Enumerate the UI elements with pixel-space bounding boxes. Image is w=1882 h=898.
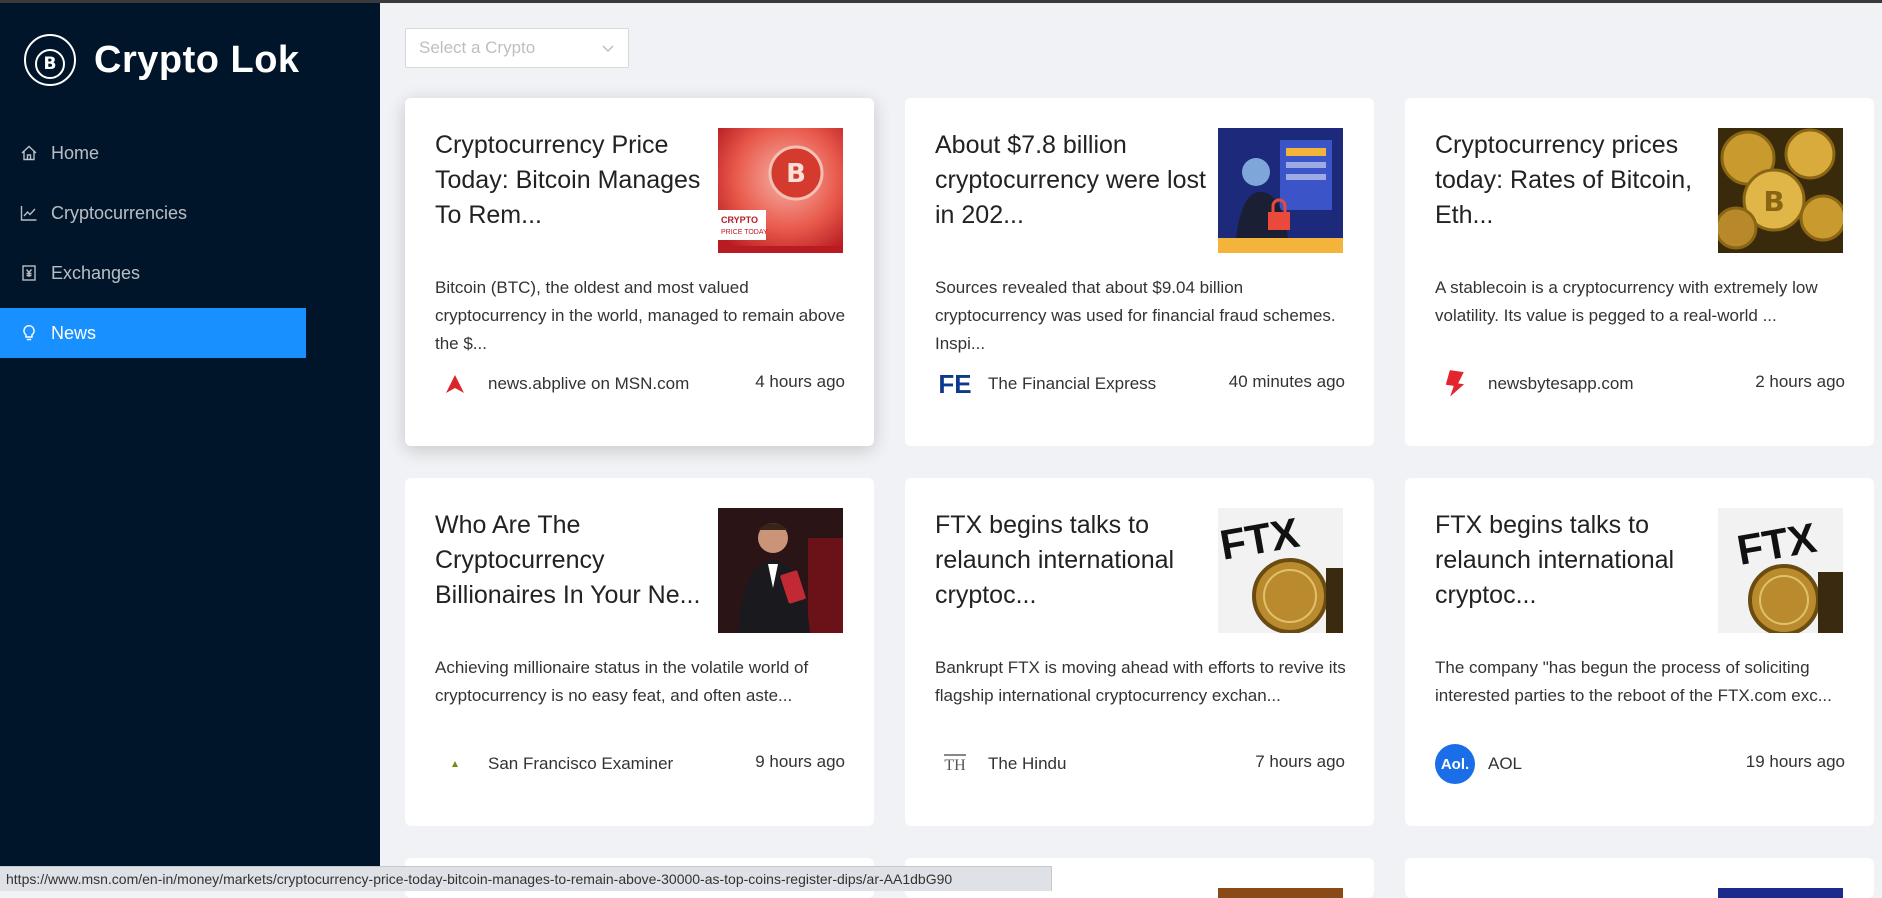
sidebar-item-label: News [51, 322, 97, 343]
provider-name: newsbytesapp.com [1488, 374, 1634, 393]
ftx-coin-image-icon: FTX [1718, 508, 1843, 633]
news-card[interactable]: FTX begins talks to relaunch internation… [905, 478, 1374, 826]
chevron-down-icon [602, 45, 614, 53]
sidebar-item-exchanges[interactable]: Exchanges [0, 248, 306, 298]
businessman-image-icon [718, 508, 843, 633]
aol-logo-icon: Aol. [1435, 744, 1475, 784]
news-description: Bankrupt FTX is moving ahead with effort… [935, 658, 1346, 705]
news-time: 7 hours ago [1255, 752, 1345, 771]
news-footer: TH The Hindu 7 hours ago [935, 740, 1345, 780]
sidebar-menu: Home Cryptocurrencies Exchanges News [0, 128, 306, 368]
news-footer: news.abplive on MSN.com 4 hours ago [435, 360, 845, 400]
news-title: Who Are The Cryptocurrency Billionaires … [435, 511, 701, 609]
news-title: FTX begins talks to relaunch internation… [1435, 511, 1675, 609]
news-footer: Aol. AOL 19 hours ago [1435, 740, 1845, 784]
news-footer: newsbytesapp.com 2 hours ago [1435, 360, 1845, 400]
home-icon [19, 143, 39, 163]
fe-logo-icon: FE [938, 368, 972, 399]
provider-name: San Francisco Examiner [488, 754, 674, 773]
the-hindu-logo-icon: TH [935, 744, 975, 784]
app-title: Crypto Lok [94, 38, 300, 81]
sidebar-item-label: Exchanges [51, 262, 141, 283]
provider-name: AOL [1488, 754, 1523, 773]
news-title: FTX begins talks to relaunch internation… [935, 511, 1175, 609]
news-image-icon [1718, 888, 1843, 898]
provider-name: The Hindu [988, 754, 1067, 773]
news-main: Select a Crypto Cryptocurrency Price Tod… [380, 0, 1882, 898]
brand[interactable]: B Crypto Lok [24, 34, 300, 86]
svg-text:B: B [1763, 185, 1784, 218]
hacker-image-icon [1218, 128, 1343, 253]
newsbytes-logo-icon [1435, 364, 1475, 404]
news-description: Sources revealed that about $9.04 billio… [935, 278, 1336, 353]
bitcoin-logo-icon: B [24, 34, 76, 86]
money-collect-icon [19, 263, 39, 283]
sidebar: B Crypto Lok Home Cryptocurrencies Excha… [0, 0, 380, 891]
ftx-coin-image-icon: FTX [1218, 508, 1343, 633]
select-placeholder: Select a Crypto [419, 38, 536, 57]
news-card[interactable]: About $7.8 billion cryptocurrency were l… [905, 98, 1374, 446]
news-time: 19 hours ago [1745, 752, 1845, 771]
news-description: A stablecoin is a cryptocurrency with ex… [1435, 278, 1818, 325]
news-description: The company "has begun the process of so… [1435, 658, 1832, 705]
sidebar-item-cryptocurrencies[interactable]: Cryptocurrencies [0, 188, 306, 238]
news-card[interactable] [1405, 858, 1874, 898]
crypto-select[interactable]: Select a Crypto [405, 28, 629, 68]
bitcoin-image-icon: B CRYPTO PRICE TODAY [718, 128, 843, 253]
provider-name: The Financial Express [988, 374, 1157, 393]
news-time: 9 hours ago [755, 752, 845, 771]
abp-logo-icon [435, 364, 475, 404]
news-time: 40 minutes ago [1228, 372, 1345, 391]
sidebar-item-label: Home [51, 142, 100, 163]
gold-coins-image-icon: B [1718, 128, 1843, 253]
news-description: Achieving millionaire status in the vola… [435, 658, 809, 705]
news-title: Cryptocurrency Price Today: Bitcoin Mana… [435, 131, 701, 229]
svg-text:PRICE TODAY: PRICE TODAY [721, 229, 768, 236]
news-time: 2 hours ago [1755, 372, 1845, 391]
line-chart-icon [19, 203, 39, 223]
news-footer: FE The Financial Express 40 minutes ago [935, 360, 1345, 400]
news-title: Cryptocurrency prices today: Rates of Bi… [1435, 131, 1693, 229]
news-title: About $7.8 billion cryptocurrency were l… [935, 131, 1206, 229]
sidebar-item-label: Cryptocurrencies [51, 202, 188, 223]
news-card[interactable]: Cryptocurrency prices today: Rates of Bi… [1405, 98, 1874, 446]
news-card[interactable]: FTX begins talks to relaunch internation… [1405, 478, 1874, 826]
sidebar-item-news[interactable]: News [0, 308, 306, 358]
sidebar-item-home[interactable]: Home [0, 128, 306, 178]
svg-text:B: B [786, 159, 806, 189]
news-time: 4 hours ago [755, 372, 845, 391]
sf-examiner-logo-icon [435, 744, 475, 784]
news-card[interactable]: Who Are The Cryptocurrency Billionaires … [405, 478, 874, 826]
window-top-border [0, 0, 1882, 3]
news-footer: San Francisco Examiner 9 hours ago [435, 740, 845, 780]
svg-text:CRYPTO: CRYPTO [721, 215, 758, 225]
status-bar-url: https://www.msn.com/en-in/money/markets/… [0, 866, 1052, 891]
news-image-icon [1218, 888, 1343, 898]
news-card[interactable]: Cryptocurrency Price Today: Bitcoin Mana… [405, 98, 874, 446]
news-description: Bitcoin (BTC), the oldest and most value… [435, 278, 846, 353]
provider-name: news.abplive on MSN.com [488, 374, 690, 393]
bulb-icon [19, 323, 39, 343]
